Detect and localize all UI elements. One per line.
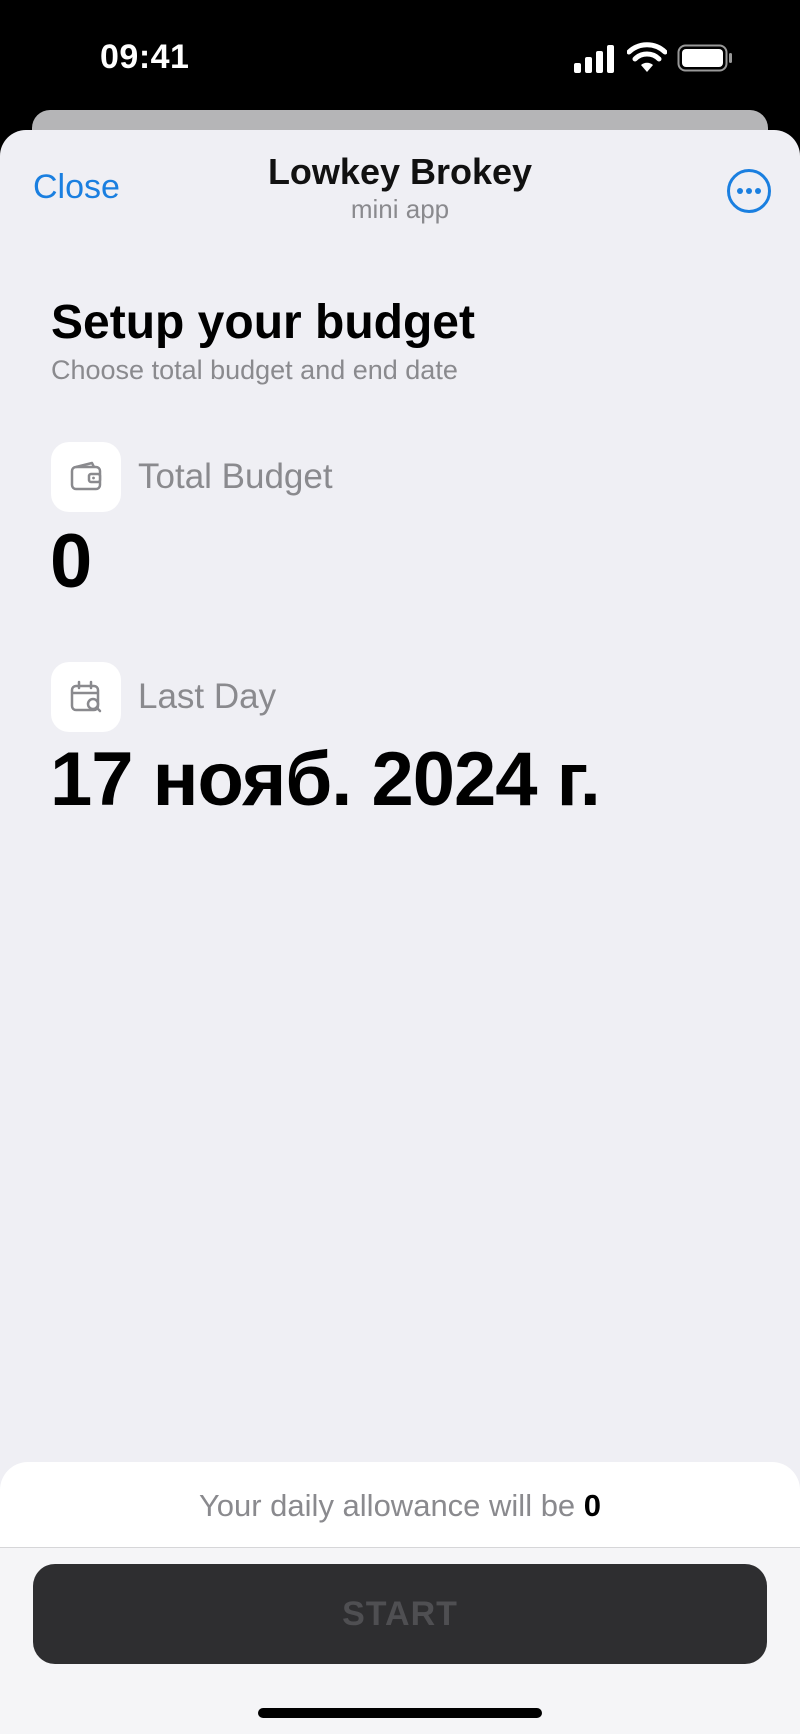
start-button[interactable]: START bbox=[33, 1564, 767, 1664]
daily-allowance-value: 0 bbox=[583, 1488, 602, 1523]
app-title: Lowkey Brokey bbox=[267, 151, 533, 192]
header-title-group: Lowkey Brokey mini app bbox=[0, 150, 800, 224]
wallet-icon bbox=[51, 442, 121, 512]
battery-icon bbox=[677, 44, 732, 72]
status-bar: 09:41 bbox=[0, 0, 800, 110]
page-subtitle: Choose total budget and end date bbox=[51, 355, 458, 385]
last-day-value[interactable]: 17 нояб. 2024 г. bbox=[50, 736, 601, 823]
home-indicator[interactable] bbox=[258, 1708, 542, 1718]
daily-allowance-label: Your daily allowance will be bbox=[198, 1488, 584, 1523]
status-time: 09:41 bbox=[100, 38, 190, 76]
total-budget-label: Total Budget bbox=[138, 457, 333, 496]
cellular-signal-icon bbox=[574, 45, 614, 73]
last-day-label-row: Last Day bbox=[51, 662, 276, 732]
page-title: Setup your budget bbox=[51, 296, 475, 349]
daily-allowance-text: Your daily allowance will be 0 bbox=[0, 1488, 800, 1524]
wifi-icon bbox=[627, 42, 667, 72]
total-budget-value[interactable]: 0 bbox=[50, 518, 92, 605]
calendar-search-icon bbox=[51, 662, 121, 732]
last-day-label: Last Day bbox=[138, 677, 277, 716]
total-budget-label-row: Total Budget bbox=[51, 442, 333, 512]
app-subtitle: mini app bbox=[350, 194, 450, 224]
more-options-icon[interactable] bbox=[726, 168, 772, 214]
setup-section: Setup your budget Choose total budget an… bbox=[51, 295, 751, 386]
